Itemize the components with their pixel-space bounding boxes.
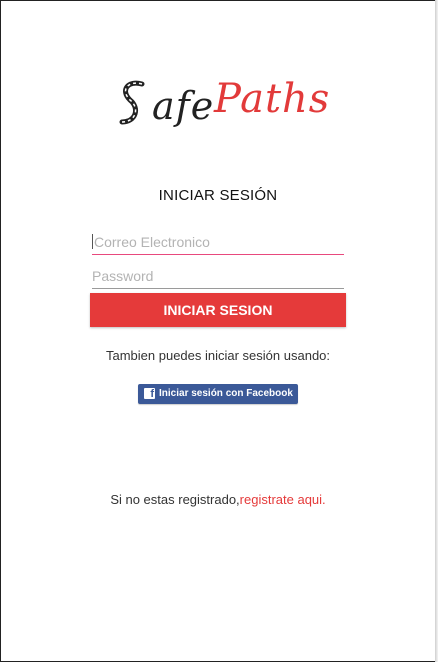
register-prompt: Si no estas registrado,registrate aqui. xyxy=(0,492,436,507)
facebook-login-label: Iniciar sesión con Facebook xyxy=(159,388,293,399)
email-field[interactable]: Correo Electronico xyxy=(92,234,344,255)
password-placeholder: Password xyxy=(92,268,154,284)
login-button[interactable]: INICIAR SESION xyxy=(90,293,346,327)
page-title: INICIAR SESIÓN xyxy=(158,187,278,204)
facebook-login-button[interactable]: f Iniciar sesión con Facebook xyxy=(138,384,298,404)
facebook-icon: f xyxy=(144,388,155,399)
logo-s-road-icon xyxy=(119,80,145,125)
register-link[interactable]: registrate aqui. xyxy=(240,492,326,507)
register-prefix: Si no estas registrado, xyxy=(110,492,240,507)
text-caret xyxy=(92,234,93,249)
password-field[interactable]: Password xyxy=(92,268,344,289)
email-placeholder: Correo Electronico xyxy=(94,234,210,250)
logo-text-afe: afe xyxy=(152,84,215,128)
safepaths-logo: afe Paths xyxy=(118,76,331,132)
alt-login-text: Tambien puedes iniciar sesión usando: xyxy=(105,348,331,363)
logo-text-paths: Paths xyxy=(214,76,331,122)
